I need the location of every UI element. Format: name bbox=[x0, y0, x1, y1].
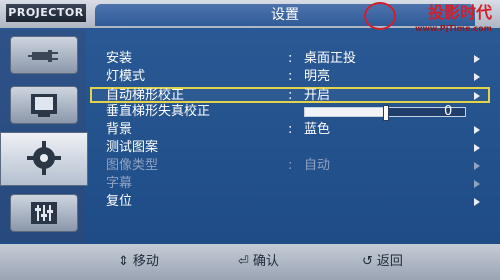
menu-row-value: 开启 bbox=[304, 88, 331, 103]
menu-row-label: 灯模式 bbox=[106, 69, 146, 84]
menu-row-label: 垂直梯形失真校正 bbox=[106, 104, 211, 119]
settings-menu: 安装 : 桌面正投 灯模式 : 明亮 自动梯形校正 : 开启 垂直梯形失真校正 … bbox=[90, 40, 492, 236]
hint-back: ↺ 返回 bbox=[362, 254, 403, 270]
colon: : bbox=[288, 69, 293, 84]
watermark-url: www.PjTime.com bbox=[415, 24, 492, 33]
enter-icon: ⏎ bbox=[238, 254, 249, 269]
menu-row-label: 背景 bbox=[106, 122, 133, 137]
menu-row-label: 字幕 bbox=[106, 176, 133, 191]
chevron-right-icon bbox=[474, 162, 480, 170]
watermark: 投影时代 www.PjTime.com bbox=[362, 2, 492, 33]
menu-row-background[interactable]: 背景 : 蓝色 bbox=[92, 123, 488, 137]
slider-fill bbox=[305, 108, 385, 116]
return-icon: ↺ bbox=[362, 254, 373, 269]
gear-icon bbox=[27, 141, 61, 175]
hint-move: ⇕ 移动 bbox=[118, 254, 159, 270]
menu-row-vertical-keystone[interactable]: 垂直梯形失真校正 0 bbox=[92, 104, 488, 121]
menu-row-test-pattern[interactable]: 测试图案 bbox=[92, 141, 488, 155]
plug-icon bbox=[28, 50, 58, 62]
hint-confirm-label: 确认 bbox=[252, 254, 279, 269]
chevron-right-icon bbox=[474, 180, 480, 188]
colon: : bbox=[288, 88, 293, 103]
menu-row-label: 图像类型 bbox=[106, 158, 159, 173]
keystone-slider[interactable] bbox=[304, 105, 466, 121]
menu-row-value: 蓝色 bbox=[304, 122, 331, 137]
menu-row-value: 桌面正投 bbox=[304, 51, 357, 66]
hint-move-label: 移动 bbox=[132, 254, 159, 269]
menu-row-picture-type: 图像类型 : 自动 bbox=[92, 159, 488, 173]
slider-handle[interactable] bbox=[383, 105, 389, 121]
chevron-right-icon bbox=[474, 198, 480, 206]
screen-icon bbox=[31, 94, 57, 117]
brand-label: PROJECTOR bbox=[6, 4, 86, 22]
colon: : bbox=[288, 122, 293, 137]
menu-row-label: 安装 bbox=[106, 51, 133, 66]
colon: : bbox=[288, 158, 293, 173]
top-bar: PROJECTOR 设置 投影时代 www.PjTime.com bbox=[0, 0, 500, 33]
chevron-right-icon bbox=[474, 55, 480, 63]
settings-screen: PROJECTOR 设置 投影时代 www.PjTime.com 安装: 桌面… bbox=[0, 0, 500, 280]
menu-row-label: 测试图案 bbox=[106, 140, 159, 155]
chevron-right-icon bbox=[474, 92, 480, 100]
hint-back-label: 返回 bbox=[376, 254, 403, 269]
hint-confirm: ⏎ 确认 bbox=[238, 254, 279, 270]
menu-row-auto-keystone[interactable]: 自动梯形校正 : 开启 bbox=[90, 87, 490, 103]
menu-row-label: 复位 bbox=[106, 194, 133, 209]
sidebar bbox=[0, 30, 88, 242]
chevron-right-icon bbox=[474, 73, 480, 81]
menu-row-install[interactable]: 安装 : 桌面正投 bbox=[92, 52, 488, 66]
sidebar-item-picture[interactable] bbox=[10, 86, 78, 124]
menu-row-value: 自动 bbox=[304, 158, 331, 173]
colon: : bbox=[288, 51, 293, 66]
sidebar-item-option[interactable] bbox=[10, 194, 78, 232]
menu-row-label: 自动梯形校正 bbox=[106, 88, 185, 103]
bottom-hint-bar: ⇕ 移动 ⏎ 确认 ↺ 返回 bbox=[0, 244, 500, 280]
chevron-right-icon bbox=[474, 126, 480, 134]
menu-row-lamp-mode[interactable]: 灯模式 : 明亮 bbox=[92, 70, 488, 84]
watermark-logo-icon bbox=[364, 2, 396, 30]
menu-row-subtitle: 字幕 bbox=[92, 177, 488, 191]
up-down-icon: ⇕ bbox=[118, 254, 129, 269]
sidebar-item-setup[interactable] bbox=[0, 132, 88, 186]
sliders-icon bbox=[31, 202, 57, 224]
menu-row-value: 明亮 bbox=[304, 69, 331, 84]
sidebar-item-input[interactable] bbox=[10, 36, 78, 74]
slider-value: 0 bbox=[444, 104, 453, 119]
menu-row-reset[interactable]: 复位 bbox=[92, 195, 488, 209]
chevron-right-icon bbox=[474, 144, 480, 152]
